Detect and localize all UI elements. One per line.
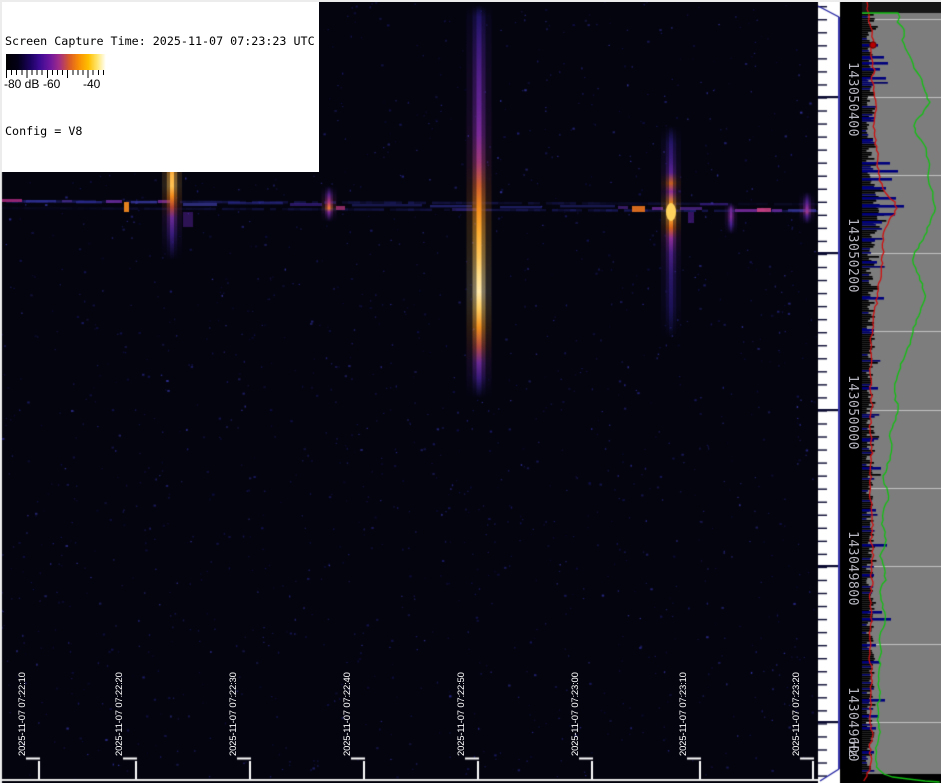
- colorbar-label-min: -80 dB: [4, 77, 39, 91]
- colorbar: -80 dB -60 -40: [2, 52, 110, 96]
- colorbar-label-max: -40: [83, 77, 100, 91]
- time-axis-label: 2025-11-07 07:23:20: [791, 672, 802, 756]
- time-axis-label: 2025-11-07 07:22:50: [456, 672, 467, 756]
- colorbar-label-mid: -60: [43, 77, 60, 91]
- time-axis-label: 2025-11-07 07:22:30: [228, 672, 239, 756]
- waterfall-app: Screen Capture Time: 2025-11-07 07:23:23…: [0, 0, 941, 783]
- time-axis-label: 2025-11-07 07:23:00: [570, 672, 581, 756]
- time-axis-label: 2025-11-07 07:22:10: [17, 672, 28, 756]
- freq-axis-label: 143050000: [845, 375, 859, 450]
- time-axis-label: 2025-11-07 07:22:40: [342, 672, 353, 756]
- freq-axis-label: 143049800: [845, 531, 859, 606]
- time-axis-label: 2025-11-07 07:22:20: [114, 672, 125, 756]
- config-text: Config = V8: [5, 124, 315, 139]
- freq-axis-label: 143050200: [845, 218, 859, 293]
- freq-axis-label: 143050400: [845, 62, 859, 137]
- freq-axis-unit-label: Hz: [845, 741, 859, 758]
- capture-time-text: Screen Capture Time: 2025-11-07 07:23:23…: [5, 34, 315, 49]
- time-axis-label: 2025-11-07 07:23:10: [678, 672, 689, 756]
- colorbar-gradient: [6, 54, 108, 70]
